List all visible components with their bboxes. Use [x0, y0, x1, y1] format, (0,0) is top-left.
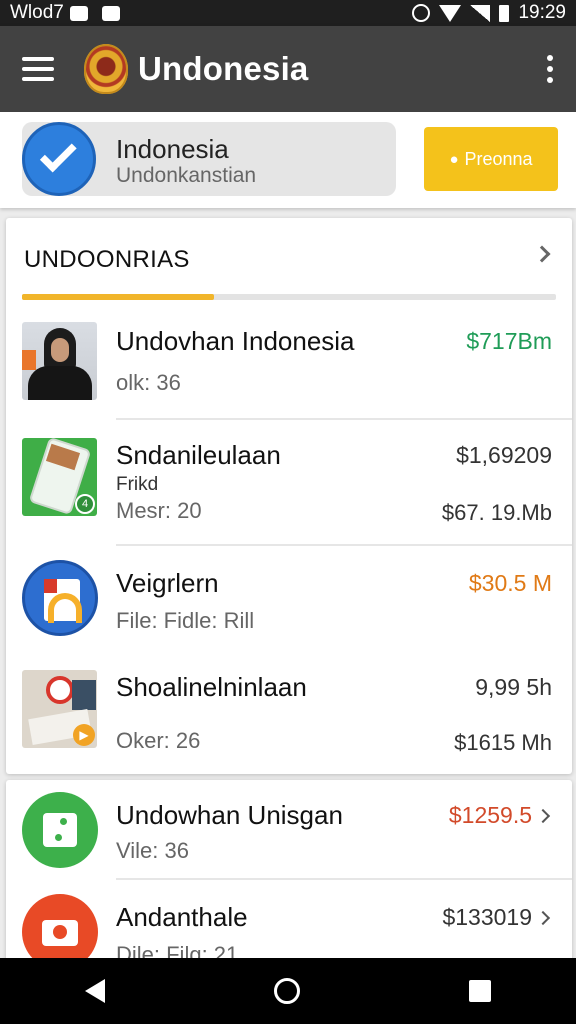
- app-title: Undonesia: [138, 50, 309, 87]
- item-amount: $1259.5: [448, 802, 532, 828]
- notification-icon: [69, 5, 88, 21]
- status-right: 19:29: [412, 2, 566, 24]
- section-title: UNDOONRIAS: [24, 246, 190, 273]
- search-icon: ●: [449, 150, 459, 168]
- list-item[interactable]: 4 Sndanileulaan Frikd Mesr: 20 $1,69209 …: [6, 420, 572, 546]
- premium-label: Preonna: [464, 148, 533, 169]
- item-amount: $1,69209: [456, 442, 552, 468]
- battery-icon: [499, 4, 510, 22]
- desk-thumbnail: ▶: [22, 670, 97, 748]
- recents-icon[interactable]: [469, 980, 492, 1002]
- item-amount-secondary: $1615 Mh: [454, 730, 552, 755]
- list-card: UNDOONRIAS Undovhan Indonesia olk: 36 $7…: [6, 218, 572, 774]
- chevron-right-icon[interactable]: [535, 910, 551, 926]
- item-subtitle: Frikd: [116, 474, 159, 495]
- item-amount-secondary: $67. 19.Mb: [441, 500, 552, 525]
- wifi-icon: [439, 4, 462, 22]
- alarm-icon: [412, 4, 431, 22]
- account-subtitle: Undonkanstian: [116, 164, 257, 187]
- item-amount: $133019: [442, 904, 532, 930]
- status-bar: Wlod7 19:29: [0, 0, 576, 26]
- check-avatar-icon: [22, 122, 96, 196]
- status-left: Wlod7: [10, 2, 120, 24]
- menu-icon[interactable]: [22, 57, 54, 81]
- item-amount: 9,99 5h: [475, 674, 552, 700]
- item-amount: $717Bm: [466, 328, 552, 354]
- app-logo: [84, 44, 128, 94]
- item-title: Sndanileulaan: [116, 440, 281, 470]
- list-item[interactable]: Undovhan Indonesia olk: 36 $717Bm: [6, 302, 572, 420]
- app-bar: Undonesia: [0, 26, 576, 112]
- item-title: Undowhan Unisgan: [116, 800, 343, 830]
- item-meta: Mesr: 20: [116, 498, 202, 523]
- back-icon[interactable]: [84, 979, 105, 1003]
- chevron-right-icon[interactable]: [533, 245, 551, 263]
- item-title: Veigrlern: [116, 568, 219, 598]
- signal-icon: [470, 4, 491, 22]
- app-thumbnail: 4: [22, 438, 97, 516]
- list-item[interactable]: ▶ Shoalinelninlaan Oker: 26 9,99 5h $161…: [6, 650, 572, 774]
- section-progress-fill: [22, 294, 215, 300]
- list-item[interactable]: Veigrlern File: Fidle: Rill $30.5 M: [6, 546, 572, 650]
- document-icon: [22, 792, 98, 868]
- notification-icon-2: [101, 5, 120, 21]
- item-meta: File: Fidle: Rill: [116, 608, 255, 633]
- overflow-menu-icon[interactable]: [546, 55, 554, 83]
- list-card-2: Undowhan Unisgan Vile: 36 $1259.5 Andant…: [6, 780, 572, 970]
- status-time: 19:29: [518, 2, 566, 23]
- list-item[interactable]: Andanthale Dile: Filg: 21 $133019: [6, 880, 572, 970]
- premium-button[interactable]: ● Preonna: [424, 127, 558, 191]
- item-title: Andanthale: [116, 902, 248, 932]
- person-thumbnail: [22, 322, 97, 400]
- chevron-right-icon[interactable]: [535, 808, 551, 824]
- item-amount: $30.5 M: [468, 570, 552, 596]
- item-meta: Vile: 36: [116, 838, 189, 863]
- account-panel: Indonesia Undonkanstian ● Preonna: [0, 112, 576, 208]
- status-left-text: Wlod7: [10, 2, 64, 23]
- section-progress: [22, 294, 556, 300]
- list-item[interactable]: Undowhan Unisgan Vile: 36 $1259.5: [6, 780, 572, 880]
- navigation-bar: [0, 958, 576, 1024]
- account-name: Indonesia: [116, 134, 229, 164]
- item-title: Shoalinelninlaan: [116, 672, 307, 702]
- home-icon[interactable]: [273, 978, 300, 1004]
- item-title: Undovhan Indonesia: [116, 326, 355, 356]
- gallery-icon: [22, 560, 98, 636]
- item-meta: Oker: 26: [116, 728, 201, 753]
- item-meta: olk: 36: [116, 370, 181, 395]
